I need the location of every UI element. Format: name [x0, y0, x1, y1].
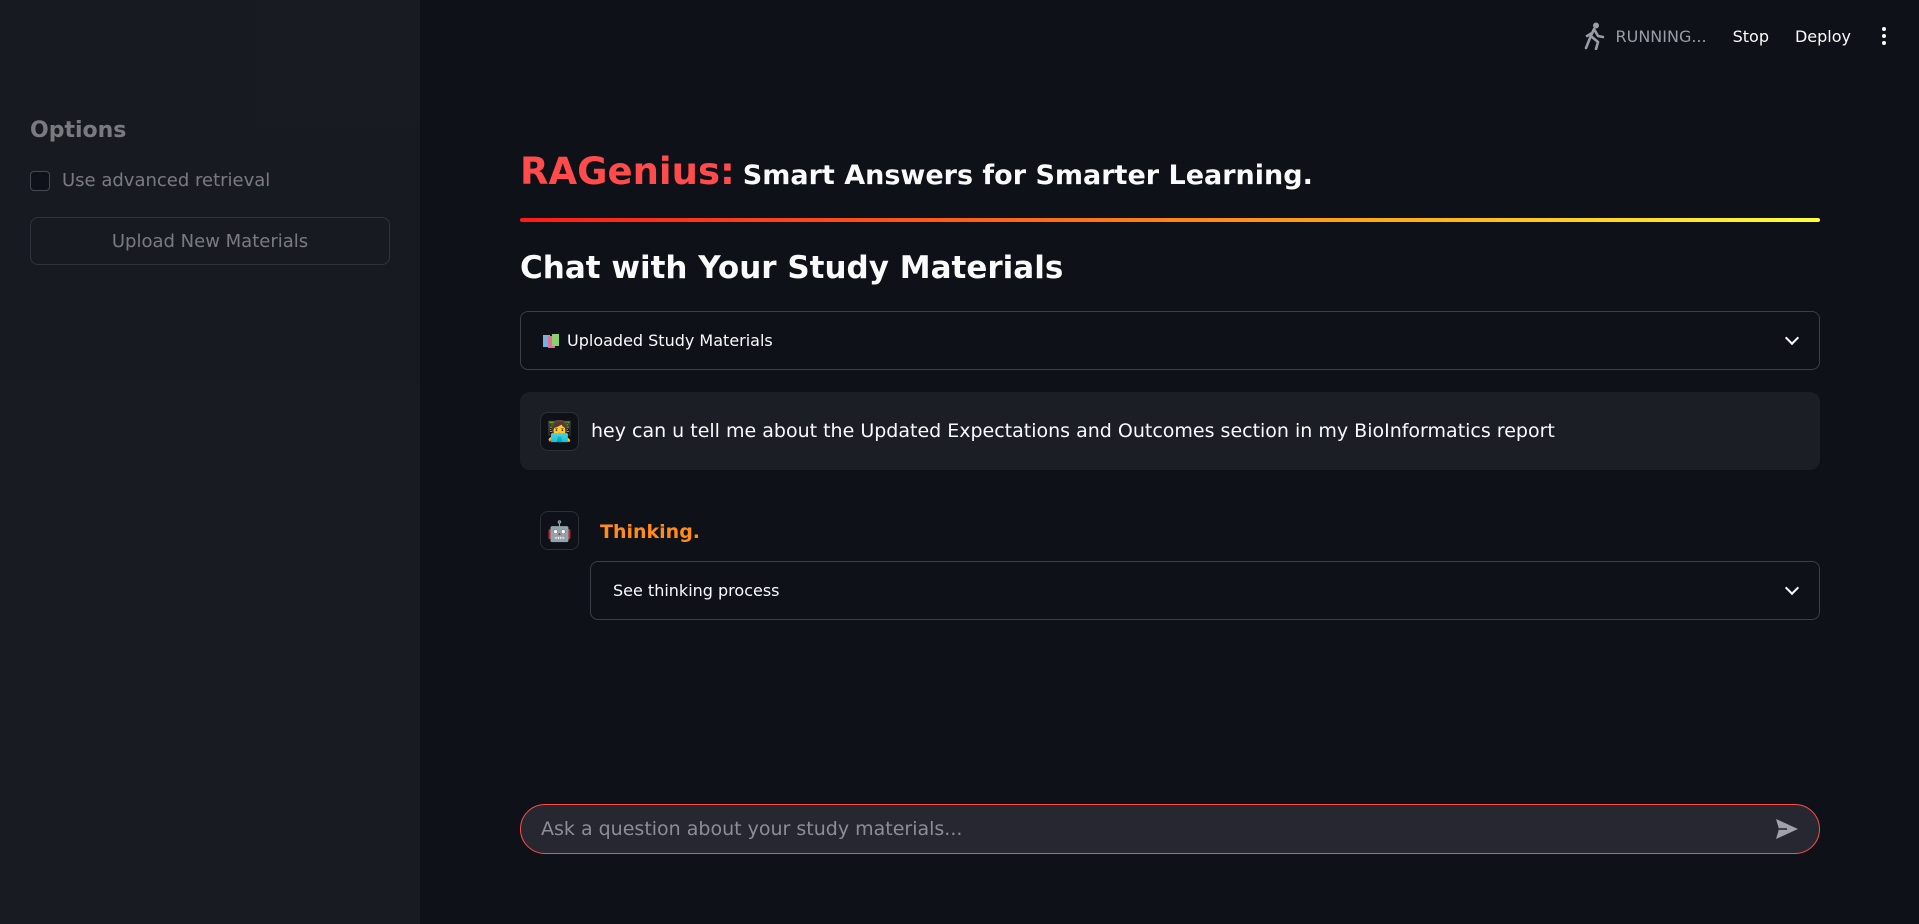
stop-button[interactable]: Stop: [1733, 27, 1769, 46]
running-status: RUNNING...: [1583, 22, 1707, 50]
running-label: RUNNING...: [1615, 26, 1707, 46]
books-icon: [543, 333, 559, 348]
chevron-down-icon: [1784, 580, 1800, 596]
sidebar: Options Use advanced retrieval Upload Ne…: [0, 0, 420, 924]
thinking-status: Thinking.: [600, 521, 701, 543]
thinking-process-label: See thinking process: [613, 581, 780, 600]
section-title: Chat with Your Study Materials: [520, 250, 1064, 286]
user-message-text: hey can u tell me about the Updated Expe…: [591, 420, 1555, 442]
upload-new-materials-button[interactable]: Upload New Materials: [30, 217, 390, 265]
checkbox-label: Use advanced retrieval: [62, 170, 271, 191]
chat-input[interactable]: [541, 818, 1741, 840]
running-man-icon: [1585, 22, 1605, 50]
sidebar-title: Options: [30, 118, 127, 143]
tagline: Smart Answers for Smarter Learning.: [742, 160, 1313, 191]
chevron-down-icon: [1784, 330, 1800, 346]
advanced-retrieval-checkbox[interactable]: Use advanced retrieval: [30, 170, 270, 191]
top-toolbar: RUNNING... Stop Deploy: [1583, 22, 1891, 50]
app-root: Options Use advanced retrieval Upload Ne…: [0, 0, 1919, 924]
page-title: RAGenius: Smart Answers for Smarter Lear…: [520, 150, 1313, 193]
uploaded-materials-expander[interactable]: Uploaded Study Materials: [520, 311, 1820, 370]
brand-name: RAGenius:: [520, 150, 735, 193]
uploaded-materials-label: Uploaded Study Materials: [567, 331, 773, 350]
main-menu-icon[interactable]: [1877, 27, 1891, 45]
assistant-avatar-icon: 🤖: [540, 511, 579, 550]
deploy-button[interactable]: Deploy: [1795, 27, 1851, 46]
checkbox-box[interactable]: [30, 170, 50, 191]
thinking-process-expander[interactable]: See thinking process: [590, 561, 1820, 620]
gradient-divider: [520, 218, 1820, 222]
chat-input-container: [520, 804, 1820, 854]
user-message: 👩‍💻 hey can u tell me about the Updated …: [520, 392, 1820, 470]
user-avatar-icon: 👩‍💻: [540, 411, 579, 451]
send-icon[interactable]: [1775, 818, 1799, 840]
